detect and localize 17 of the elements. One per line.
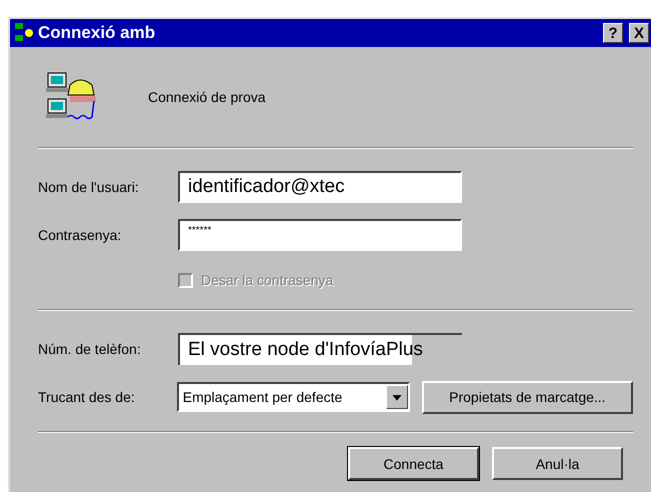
connect-button[interactable]: Connecta xyxy=(348,447,479,480)
password-field[interactable]: ****** xyxy=(178,219,462,251)
window-title: Connexió amb xyxy=(38,23,156,43)
dialing-properties-button[interactable]: Propietats de marcatge... xyxy=(422,380,633,414)
username-label: Nom de l'usuari: xyxy=(38,179,140,195)
network-icon xyxy=(14,22,34,44)
phone-number-field[interactable]: El vostre node d'InfovíaPlus xyxy=(178,333,462,365)
location-dropdown[interactable]: Emplaçament per defecte xyxy=(176,382,410,412)
phone-number-label: Núm. de telèfon: xyxy=(38,341,142,357)
close-button[interactable]: X xyxy=(629,23,649,43)
password-label: Contrasenya: xyxy=(38,227,122,243)
help-button[interactable]: ? xyxy=(603,23,623,43)
save-password-label: Desar la contrasenya xyxy=(201,272,334,288)
connection-name: Connexió de prova xyxy=(148,89,266,105)
username-field[interactable]: identificador@xtec xyxy=(178,171,462,203)
cancel-button[interactable]: Anul·la xyxy=(492,447,623,480)
dialing-from-label: Trucant des de: xyxy=(38,389,136,405)
